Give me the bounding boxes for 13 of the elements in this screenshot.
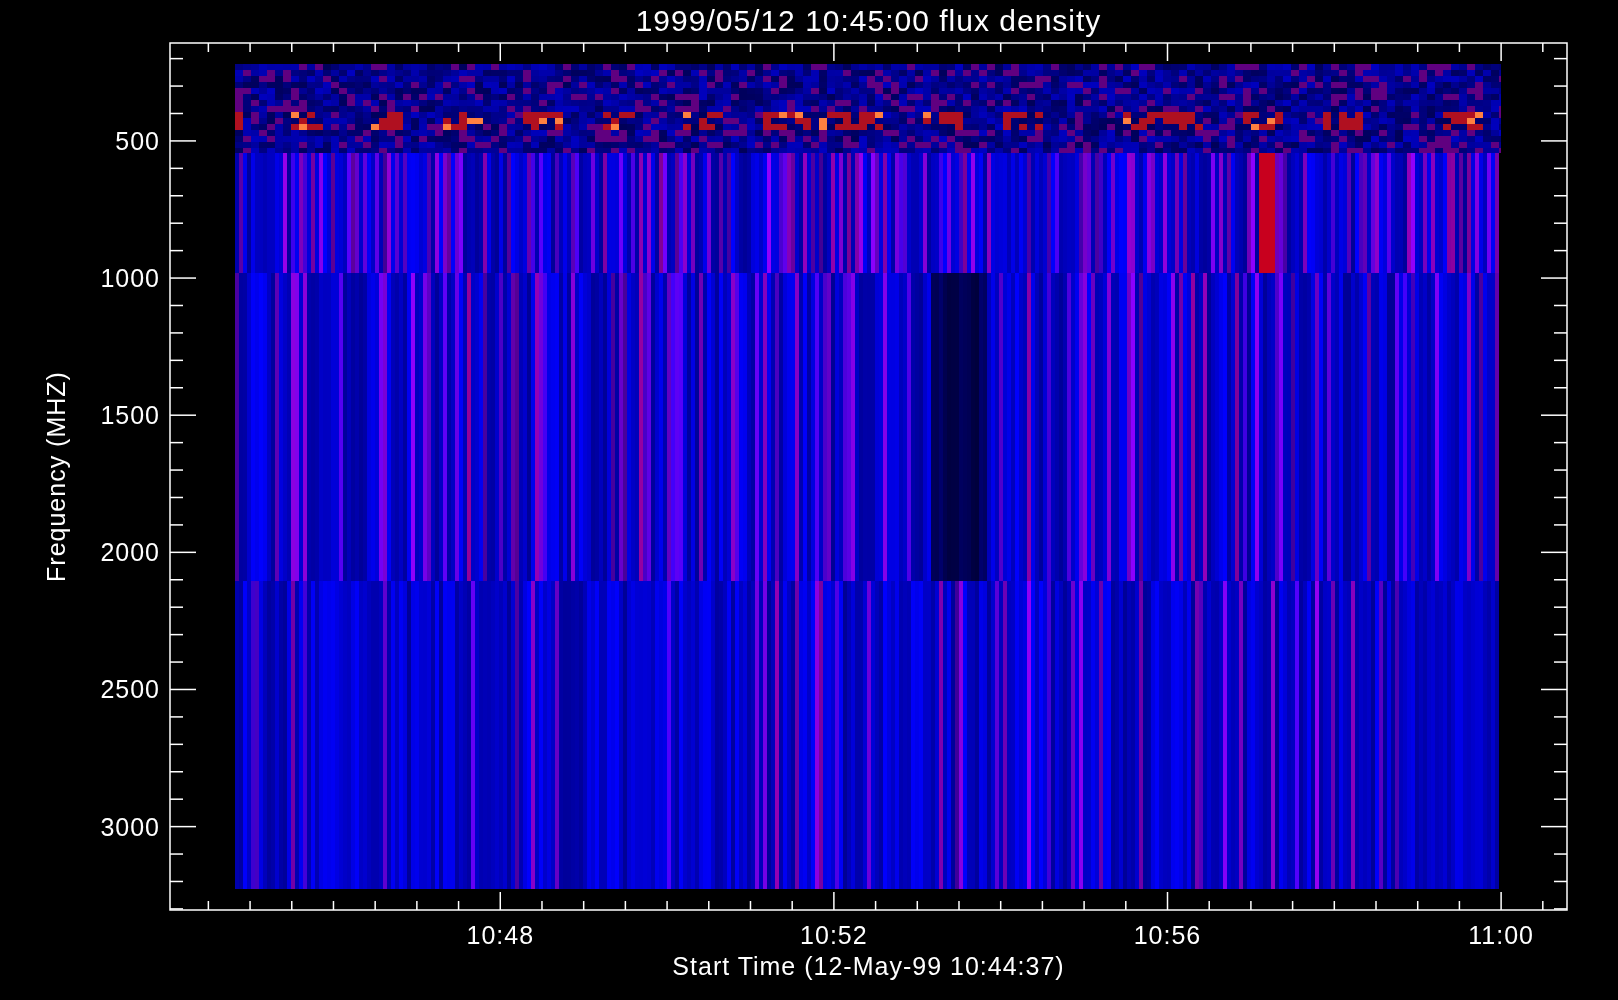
tick-label: 10:52	[800, 921, 868, 949]
tick-label: 500	[115, 126, 160, 155]
x-axis-label: Start Time (12-May-99 10:44:37)	[672, 952, 1065, 980]
tick-label: 3000	[100, 812, 160, 841]
y-axis-label: Frequency (MHZ)	[42, 371, 70, 582]
plot-title: 1999/05/12 10:45:00 flux density	[635, 4, 1102, 37]
tick-label: 11:00	[1468, 921, 1534, 949]
tick-label: 2000	[100, 538, 160, 567]
tick-label: 2500	[100, 675, 160, 704]
tick-label: 10:56	[1133, 921, 1202, 949]
tick-label: 1000	[100, 264, 160, 293]
tick-label: 1500	[100, 401, 160, 430]
tick-label: 10:48	[466, 921, 535, 949]
